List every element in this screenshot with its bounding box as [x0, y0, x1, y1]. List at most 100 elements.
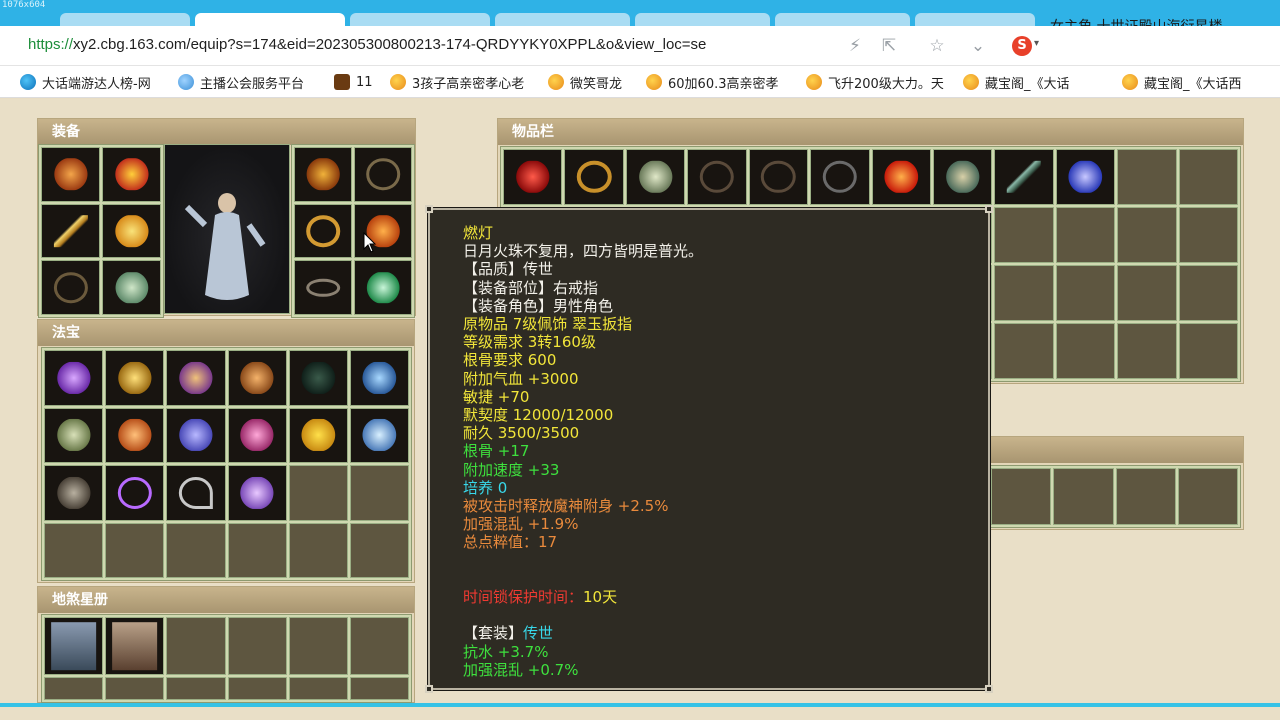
fabao-slot[interactable] — [288, 350, 348, 406]
inventory-slot-empty[interactable] — [1055, 265, 1116, 321]
fabao-slot[interactable] — [288, 407, 348, 463]
disha-slot-empty[interactable] — [349, 677, 409, 700]
inventory-slot-empty[interactable] — [1178, 265, 1238, 321]
inventory-slot[interactable] — [503, 149, 563, 205]
inventory-slot-empty[interactable] — [1117, 207, 1177, 263]
bookmark-item[interactable]: 11 — [334, 72, 380, 92]
inventory-slot-empty[interactable] — [1178, 323, 1238, 379]
browser-tab[interactable] — [775, 13, 910, 26]
bookmark-item[interactable]: 藏宝阁_《大话西 — [1122, 72, 1272, 92]
inventory-slot[interactable] — [687, 149, 747, 205]
browser-tab[interactable] — [60, 13, 190, 26]
inventory-slot-empty[interactable] — [994, 323, 1054, 379]
bookmark-item[interactable]: 大话端游达人榜-网 — [20, 72, 162, 92]
equipment-slot-crown[interactable] — [102, 147, 161, 202]
character-portrait — [164, 144, 290, 314]
fabao-slot-empty[interactable] — [288, 465, 348, 521]
disha-slot-empty[interactable] — [44, 677, 104, 700]
disha-slot-empty[interactable] — [166, 677, 226, 700]
fabao-slot-empty[interactable] — [349, 522, 409, 578]
equipment-slot-necklace[interactable] — [41, 260, 100, 315]
fabao-slot-empty[interactable] — [349, 465, 409, 521]
fabao-slot[interactable] — [44, 407, 104, 463]
secondary-slot-empty[interactable] — [1053, 468, 1114, 525]
fabao-slot[interactable] — [227, 465, 287, 521]
caret-down-icon[interactable]: ▾ — [1034, 38, 1039, 49]
inventory-slot-empty[interactable] — [1055, 323, 1116, 379]
browser-tab[interactable] — [635, 13, 770, 26]
fabao-slot[interactable] — [227, 350, 287, 406]
fabao-slot[interactable] — [105, 465, 165, 521]
disha-slot-empty[interactable] — [349, 617, 409, 675]
disha-slot[interactable] — [44, 617, 104, 675]
inventory-slot[interactable] — [625, 149, 686, 205]
disha-slot-empty[interactable] — [288, 677, 348, 700]
equipment-slot-boots[interactable] — [102, 260, 161, 315]
inventory-slot-empty[interactable] — [994, 265, 1054, 321]
equipment-slot-hat[interactable] — [41, 147, 100, 202]
bookmark-item[interactable]: 3孩子高亲密孝心老 — [390, 72, 532, 92]
sogou-icon[interactable]: S — [1012, 36, 1032, 56]
fabao-slot-empty[interactable] — [227, 522, 287, 578]
equipment-slot-armor[interactable] — [102, 203, 161, 259]
equipment-slot-amulet[interactable] — [354, 147, 412, 202]
fabao-slot[interactable] — [166, 465, 226, 521]
fabao-slot-empty[interactable] — [44, 522, 104, 578]
inventory-slot[interactable] — [871, 149, 931, 205]
browser-tab[interactable] — [350, 13, 490, 26]
equipment-slot-ring-left[interactable] — [294, 203, 352, 259]
equipment-slot-weapon[interactable] — [41, 203, 100, 259]
inventory-slot-empty[interactable] — [994, 207, 1054, 263]
fabao-slot-empty[interactable] — [105, 522, 165, 578]
browser-tab[interactable] — [915, 13, 1035, 26]
inventory-slot-empty[interactable] — [1178, 207, 1238, 263]
bookmark-item[interactable]: 飞升200级大力。天 — [806, 72, 948, 92]
fabao-slot[interactable] — [105, 407, 165, 463]
disha-slot-empty[interactable] — [105, 677, 165, 700]
browser-tab[interactable] — [495, 13, 630, 26]
inventory-slot[interactable] — [748, 149, 809, 205]
disha-slot-empty[interactable] — [227, 617, 287, 675]
inventory-slot[interactable] — [564, 149, 624, 205]
share-icon[interactable]: ⇱ — [877, 34, 901, 58]
fabao-slot[interactable] — [166, 350, 226, 406]
inventory-slot-empty[interactable] — [1117, 149, 1177, 205]
inventory-slot-empty[interactable] — [1117, 265, 1177, 321]
fabao-slot[interactable] — [227, 407, 287, 463]
bookmark-item[interactable]: 主播公会服务平台 — [178, 72, 320, 92]
fabao-slot[interactable] — [349, 407, 409, 463]
inventory-slot[interactable] — [994, 149, 1054, 205]
fabao-slot[interactable] — [44, 350, 104, 406]
fabao-slot[interactable] — [349, 350, 409, 406]
browser-tab-active[interactable] — [195, 13, 345, 26]
disha-slot[interactable] — [105, 617, 165, 675]
url-field[interactable]: https://xy2.cbg.163.com/equip?s=174&eid=… — [28, 36, 828, 53]
disha-slot-empty[interactable] — [227, 677, 287, 700]
fabao-slot[interactable] — [105, 350, 165, 406]
star-icon[interactable]: ☆ — [925, 34, 949, 58]
inventory-slot[interactable] — [810, 149, 870, 205]
pipa-icon — [178, 361, 214, 394]
equipment-slot-belt[interactable] — [294, 260, 352, 315]
fabao-slot[interactable] — [166, 407, 226, 463]
inventory-slot[interactable] — [1055, 149, 1116, 205]
disha-slot-empty[interactable] — [288, 617, 348, 675]
bookmark-item[interactable]: 微笑哥龙 — [548, 72, 636, 92]
secondary-slot-empty[interactable] — [991, 468, 1052, 525]
inventory-slot[interactable] — [932, 149, 993, 205]
bookmark-item[interactable]: 60加60.3高亲密孝 — [646, 72, 788, 92]
inventory-slot-empty[interactable] — [1117, 323, 1177, 379]
inventory-slot-empty[interactable] — [1178, 149, 1238, 205]
inventory-slot-empty[interactable] — [1055, 207, 1116, 263]
disha-slot-empty[interactable] — [166, 617, 226, 675]
fabao-slot-empty[interactable] — [166, 522, 226, 578]
equipment-slot-helm[interactable] — [294, 147, 352, 202]
equipment-slot-orb[interactable] — [354, 260, 412, 315]
bookmark-item[interactable]: 藏宝阁_《大话 — [963, 72, 1103, 92]
secondary-slot-empty[interactable] — [1177, 468, 1238, 525]
chevron-down-icon[interactable]: ⌄ — [966, 34, 990, 58]
fabao-slot-empty[interactable] — [288, 522, 348, 578]
lightning-icon[interactable]: ⚡ — [843, 34, 867, 58]
secondary-slot-empty[interactable] — [1115, 468, 1176, 525]
fabao-slot[interactable] — [44, 465, 104, 521]
